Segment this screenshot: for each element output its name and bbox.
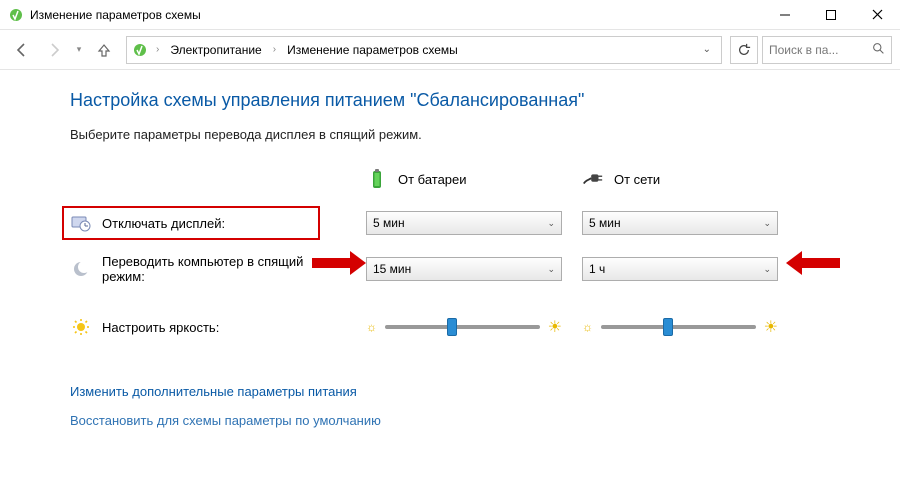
slider-thumb[interactable] bbox=[663, 318, 673, 336]
sun-small-icon: ☼ bbox=[582, 320, 593, 334]
column-label: От батареи bbox=[398, 172, 467, 187]
slider-thumb[interactable] bbox=[447, 318, 457, 336]
column-header-battery: От батареи bbox=[366, 162, 576, 208]
chevron-down-icon: ⌄ bbox=[547, 218, 555, 229]
moon-icon bbox=[70, 258, 92, 280]
window-title: Изменение параметров схемы bbox=[30, 8, 762, 22]
restore-defaults-link[interactable]: Восстановить для схемы параметры по умол… bbox=[70, 413, 860, 428]
sun-large-icon: ☀ bbox=[764, 317, 778, 337]
maximize-button[interactable] bbox=[808, 0, 854, 29]
setting-label: Переводить компьютер в спящий режим: bbox=[102, 254, 322, 284]
chevron-down-icon: ⌄ bbox=[763, 264, 771, 275]
chevron-down-icon: ⌄ bbox=[763, 218, 771, 229]
advanced-settings-link[interactable]: Изменить дополнительные параметры питани… bbox=[70, 384, 860, 399]
slider-track[interactable] bbox=[385, 325, 540, 329]
page-subtext: Выберите параметры перевода дисплея в сп… bbox=[70, 127, 860, 142]
title-bar: Изменение параметров схемы bbox=[0, 0, 900, 30]
search-input[interactable]: Поиск в па... bbox=[762, 36, 892, 64]
battery-icon bbox=[366, 168, 388, 190]
breadcrumb-dropdown[interactable]: ⌄ bbox=[697, 44, 717, 55]
monitor-clock-icon bbox=[70, 212, 92, 234]
select-value: 15 мин bbox=[373, 262, 411, 276]
search-icon bbox=[872, 42, 885, 58]
recent-dropdown[interactable]: ▾ bbox=[72, 36, 86, 64]
select-value: 5 мин bbox=[373, 216, 405, 230]
slider-track[interactable] bbox=[601, 325, 756, 329]
page-title: Настройка схемы управления питанием "Сба… bbox=[70, 90, 860, 111]
display-off-battery-select[interactable]: 5 мин ⌄ bbox=[366, 211, 562, 235]
chevron-right-icon: › bbox=[270, 44, 279, 55]
back-button[interactable] bbox=[8, 36, 36, 64]
breadcrumb[interactable]: › Электропитание › Изменение параметров … bbox=[126, 36, 722, 64]
forward-button[interactable] bbox=[40, 36, 68, 64]
search-placeholder: Поиск в па... bbox=[769, 43, 868, 57]
up-button[interactable] bbox=[90, 36, 118, 64]
setting-label: Отключать дисплей: bbox=[102, 216, 225, 231]
brightness-plugged-slider[interactable]: ☼ ☀ bbox=[582, 317, 778, 337]
plug-icon bbox=[582, 168, 604, 190]
refresh-button[interactable] bbox=[730, 36, 758, 64]
sun-large-icon: ☀ bbox=[548, 317, 562, 337]
column-label: От сети bbox=[614, 172, 660, 187]
power-plan-icon bbox=[131, 41, 149, 59]
row-sleep-label: Переводить компьютер в спящий режим: bbox=[70, 238, 360, 300]
breadcrumb-item[interactable]: Электропитание bbox=[166, 41, 265, 59]
row-display-off-label: Отключать дисплей: bbox=[62, 206, 320, 240]
nav-bar: ▾ › Электропитание › Изменение параметро… bbox=[0, 30, 900, 70]
sleep-battery-select[interactable]: 15 мин ⌄ bbox=[366, 257, 562, 281]
select-value: 5 мин bbox=[589, 216, 621, 230]
row-brightness-label: Настроить яркость: bbox=[70, 300, 360, 354]
chevron-right-icon: › bbox=[153, 44, 162, 55]
brightness-battery-slider[interactable]: ☼ ☀ bbox=[366, 317, 562, 337]
sleep-plugged-select[interactable]: 1 ч ⌄ bbox=[582, 257, 778, 281]
setting-label: Настроить яркость: bbox=[102, 320, 219, 335]
sun-icon bbox=[70, 316, 92, 338]
display-off-plugged-select[interactable]: 5 мин ⌄ bbox=[582, 211, 778, 235]
settings-grid: От батареи От сети Отключать дисплей: 5 … bbox=[70, 162, 860, 354]
content-area: Настройка схемы управления питанием "Сба… bbox=[0, 70, 900, 438]
select-value: 1 ч bbox=[589, 262, 605, 276]
chevron-down-icon: ⌄ bbox=[547, 264, 555, 275]
minimize-button[interactable] bbox=[762, 0, 808, 29]
breadcrumb-item[interactable]: Изменение параметров схемы bbox=[283, 41, 462, 59]
close-button[interactable] bbox=[854, 0, 900, 29]
sun-small-icon: ☼ bbox=[366, 320, 377, 334]
column-header-plugged: От сети bbox=[582, 162, 792, 208]
app-icon bbox=[8, 7, 24, 23]
